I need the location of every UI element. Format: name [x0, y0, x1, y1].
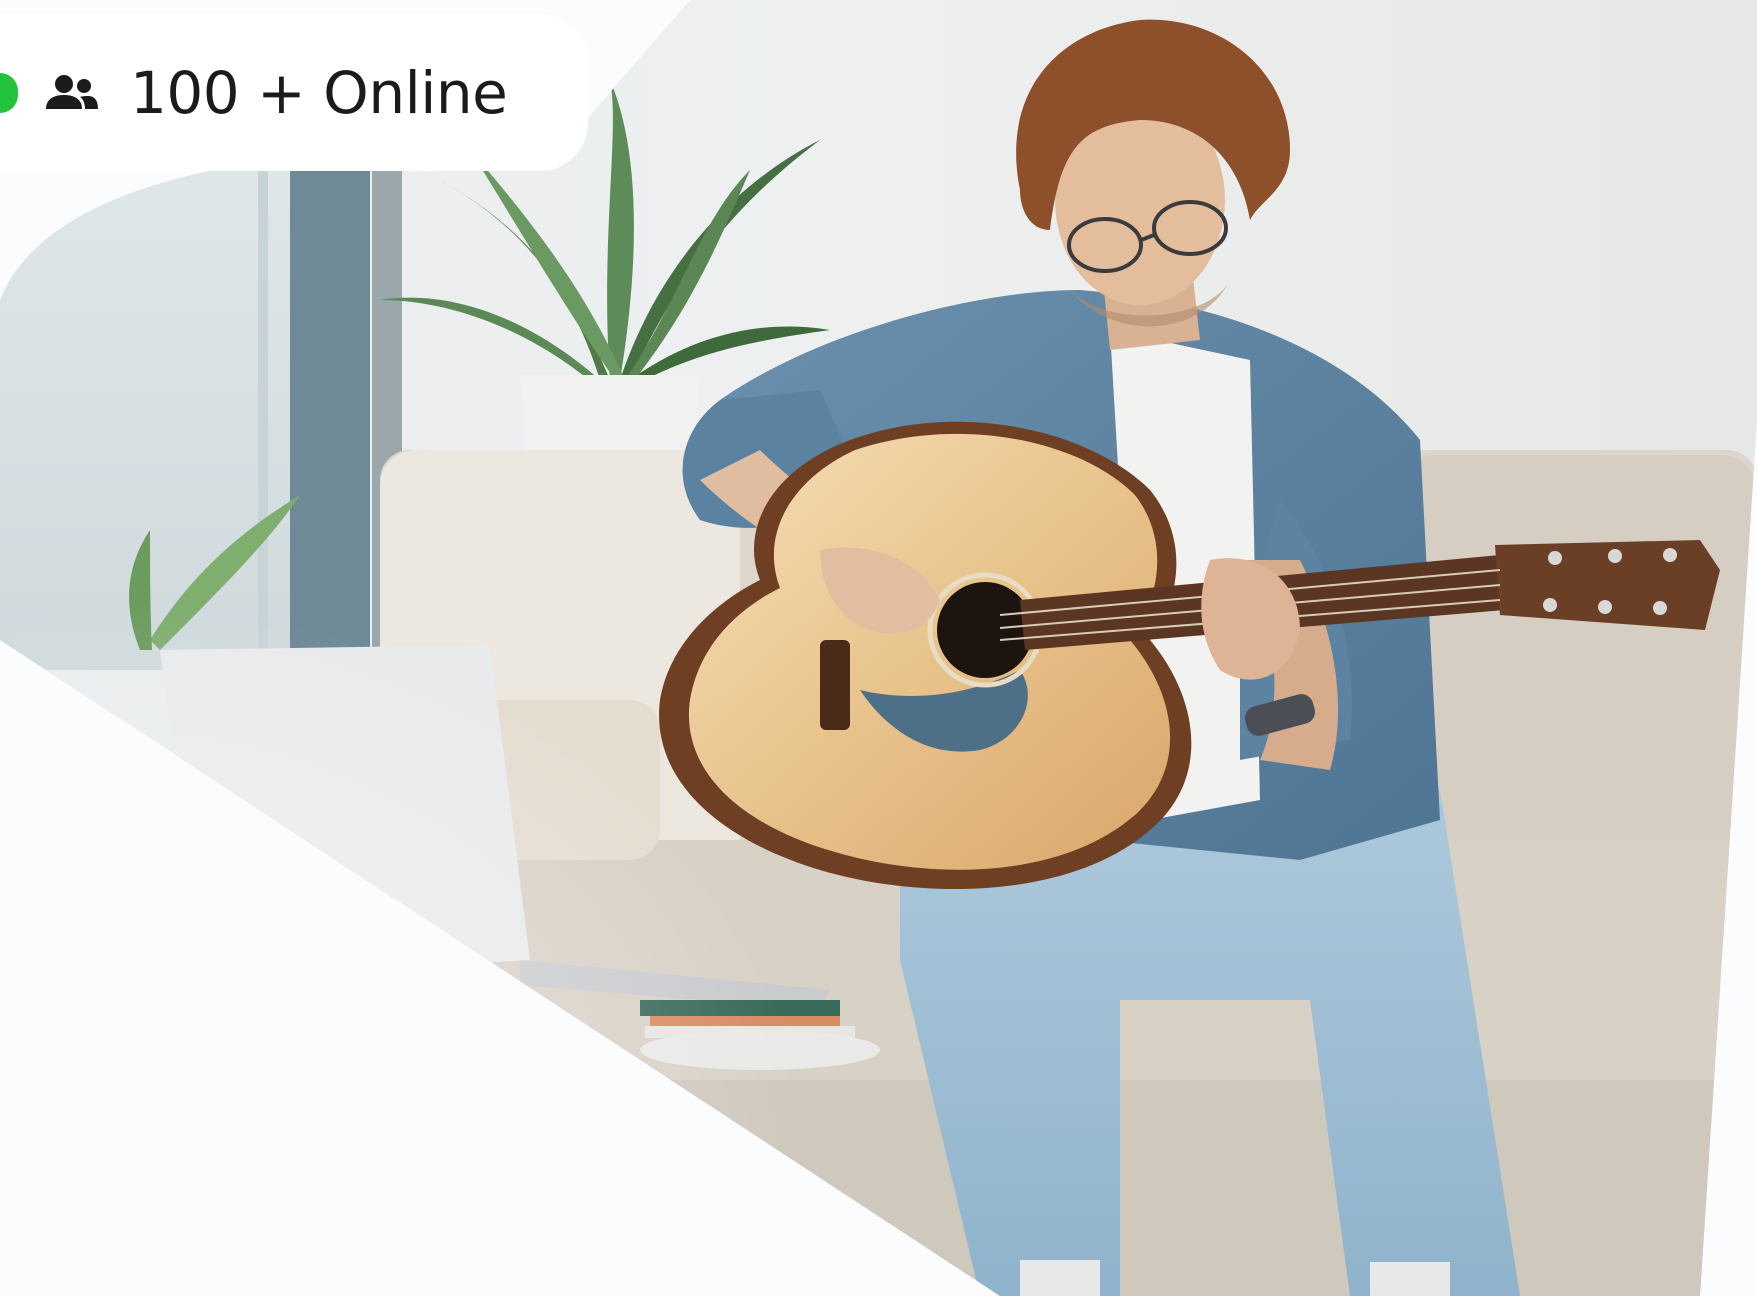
- online-status-indicator: [0, 72, 18, 113]
- online-status-pill: 100 + Online: [0, 14, 588, 171]
- users-icon: [46, 74, 98, 109]
- online-count-label: 100 + Online: [130, 58, 508, 127]
- hero-scene: [0, 0, 1757, 1296]
- hero-photo: [0, 0, 1757, 1296]
